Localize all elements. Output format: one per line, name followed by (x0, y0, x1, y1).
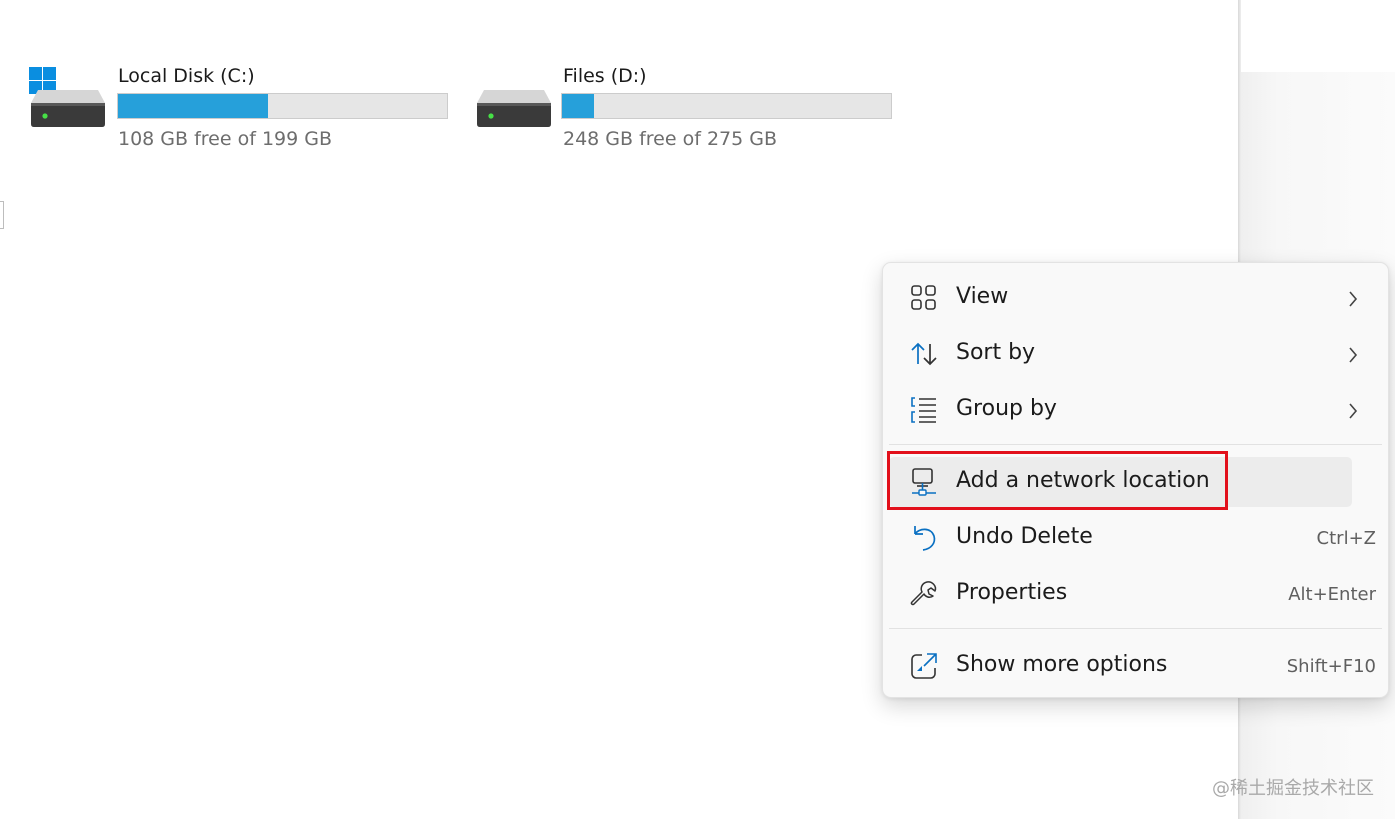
menu-item-label: Undo Delete (956, 524, 1093, 549)
menu-item-properties[interactable]: Properties Alt+Enter (889, 569, 1376, 619)
windows-drive-icon (29, 67, 105, 127)
grid-view-icon (911, 285, 936, 310)
drive-name: Local Disk (C:) (118, 65, 255, 87)
group-list-icon (911, 397, 936, 423)
share-box-icon (911, 653, 937, 679)
wrench-icon (910, 581, 937, 606)
context-menu: View Sort by Group by Add a network loca… (882, 262, 1389, 698)
drive-usage-bar (561, 93, 892, 119)
menu-item-sort-by[interactable]: Sort by (889, 329, 1358, 379)
menu-item-label: Add a network location (956, 468, 1210, 493)
drive-tile-c[interactable]: Local Disk (C:) 108 GB free of 199 GB (28, 62, 458, 162)
menu-item-shortcut: Shift+F10 (1286, 656, 1376, 677)
right-pane-header (1241, 0, 1395, 72)
menu-item-label: Group by (956, 396, 1057, 421)
menu-item-show-more-options[interactable]: Show more options Shift+F10 (889, 641, 1376, 691)
chevron-right-icon (1349, 291, 1358, 307)
menu-item-label: Show more options (956, 652, 1168, 677)
menu-item-group-by[interactable]: Group by (889, 385, 1358, 435)
chevron-right-icon (1349, 347, 1358, 363)
menu-separator (889, 628, 1382, 629)
drive-tile-d[interactable]: Files (D:) 248 GB free of 275 GB (474, 62, 904, 162)
menu-separator (889, 444, 1382, 445)
menu-item-add-network-location[interactable]: Add a network location (889, 457, 1352, 507)
drive-icon (477, 90, 551, 127)
menu-item-undo-delete[interactable]: Undo Delete Ctrl+Z (889, 513, 1376, 563)
drive-usage-fill (118, 94, 269, 118)
drive-usage-fill (562, 94, 595, 118)
left-edge-scroll-marker (0, 201, 4, 229)
drive-free-space: 248 GB free of 275 GB (563, 128, 778, 150)
menu-item-shortcut: Ctrl+Z (1316, 528, 1376, 549)
undo-icon (914, 526, 936, 551)
chevron-right-icon (1349, 403, 1358, 419)
menu-item-shortcut: Alt+Enter (1288, 584, 1376, 605)
network-location-icon (912, 468, 936, 496)
menu-item-label: Properties (956, 580, 1068, 605)
drive-free-space: 108 GB free of 199 GB (118, 128, 333, 150)
menu-item-label: Sort by (956, 340, 1036, 365)
drive-name: Files (D:) (563, 65, 647, 87)
file-explorer-window: Local Disk (C:) 108 GB free of 199 GB Fi… (0, 0, 1395, 819)
menu-item-label: View (956, 284, 1009, 309)
menu-item-view[interactable]: View (889, 273, 1358, 323)
drive-usage-bar (117, 93, 448, 119)
sort-arrows-icon (911, 342, 937, 366)
watermark-text: @稀土掘金技术社区 (1212, 778, 1374, 799)
